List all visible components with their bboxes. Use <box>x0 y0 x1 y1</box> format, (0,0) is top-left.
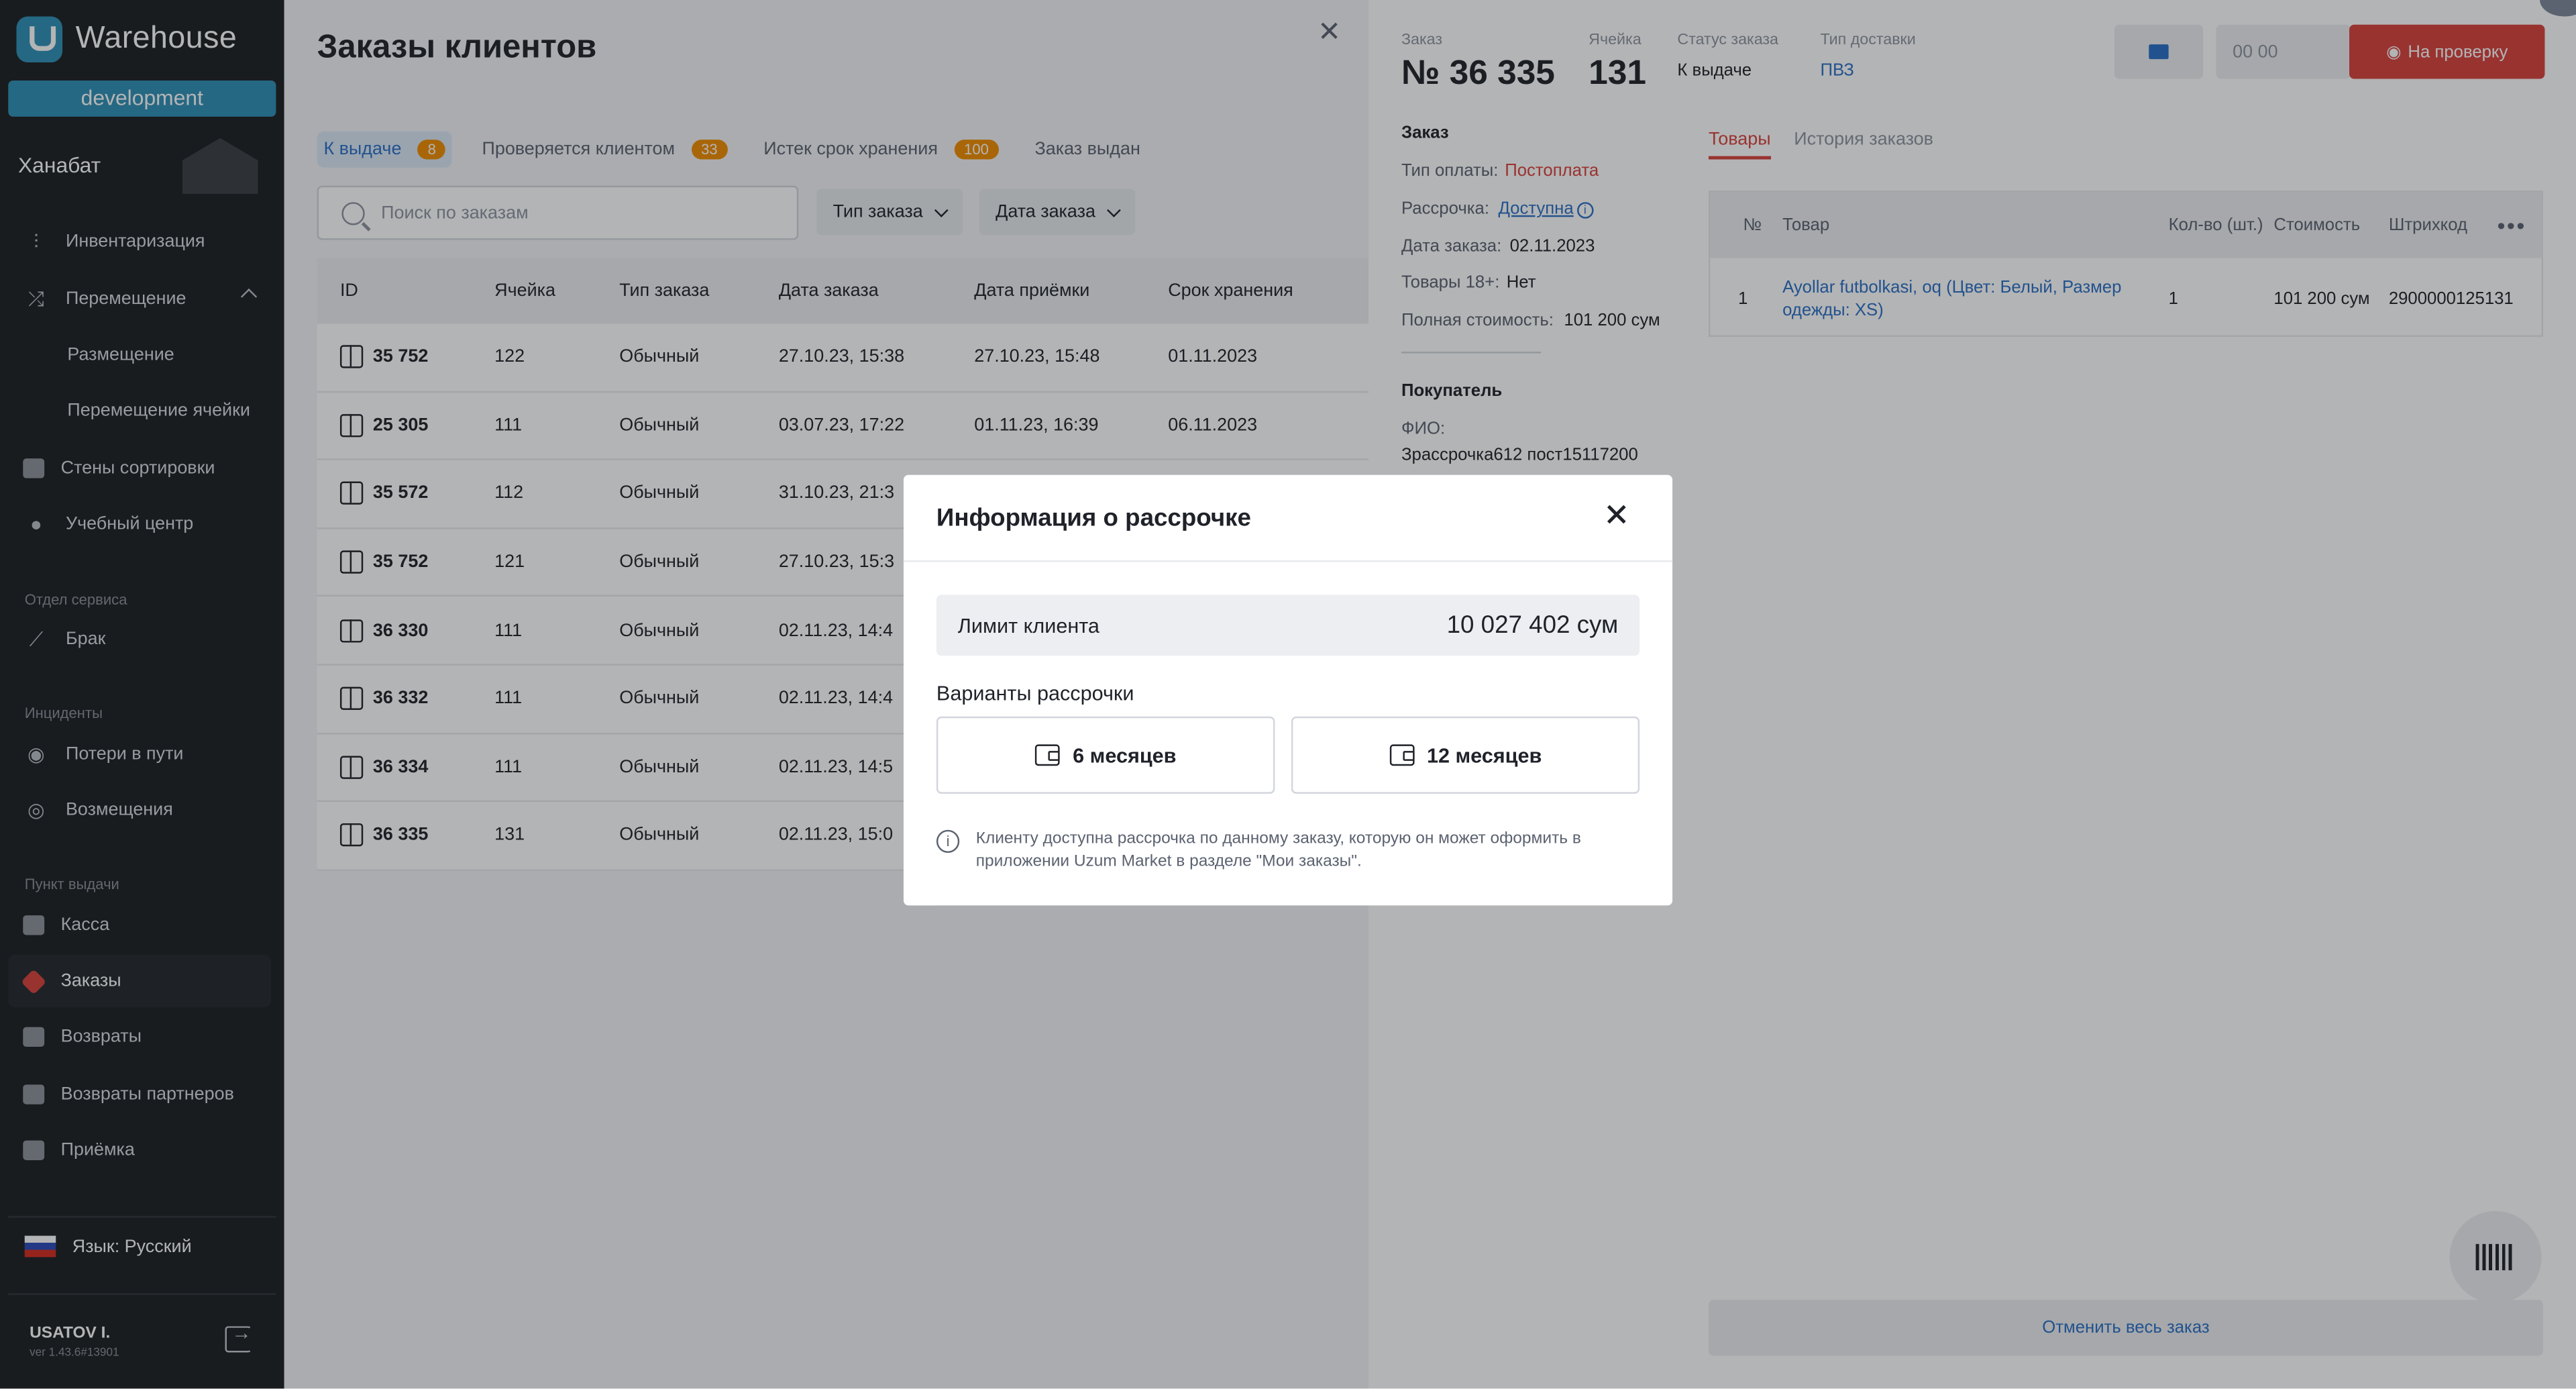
divider <box>903 560 1673 562</box>
limit-label: Лимит клиента <box>957 613 1099 637</box>
installment-6-months-button[interactable]: 6 месяцев <box>936 716 1275 794</box>
installment-note: i Клиенту доступна рассрочка по данному … <box>936 828 1627 874</box>
close-icon[interactable] <box>1605 503 1628 525</box>
wallet-icon <box>1034 744 1060 766</box>
modal-title: Информация о рассрочке <box>936 504 1251 533</box>
installment-info-modal: Информация о рассрочке Лимит клиента 10 … <box>903 474 1673 906</box>
info-icon: i <box>936 829 960 854</box>
client-limit: Лимит клиента 10 027 402 сум <box>936 595 1640 656</box>
installment-12-months-button[interactable]: 12 месяцев <box>1291 716 1640 794</box>
note-text: Клиенту доступна рассрочка по данному за… <box>975 829 1581 871</box>
wallet-icon <box>1389 744 1414 766</box>
option-label: 6 месяцев <box>1073 743 1177 767</box>
option-label: 12 месяцев <box>1426 743 1542 767</box>
variants-title: Варианты рассрочки <box>936 682 1134 705</box>
limit-value: 10 027 402 сум <box>1446 611 1619 639</box>
